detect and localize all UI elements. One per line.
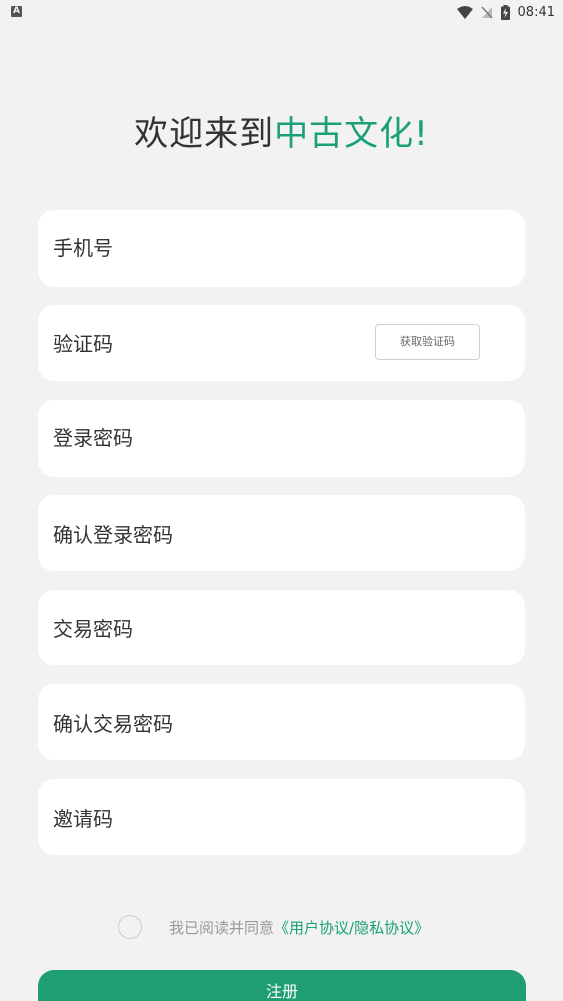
no-signal-icon <box>481 6 493 19</box>
wifi-icon <box>456 5 473 19</box>
agree-checkbox[interactable] <box>118 915 142 939</box>
status-time: 08:41 <box>517 4 555 20</box>
trade-password-placeholder: 交易密码 <box>53 617 133 641</box>
register-button[interactable]: 注册 <box>38 970 526 1001</box>
trade-password-field[interactable]: 交易密码 <box>38 590 525 665</box>
agreement-row: 我已阅读并同意 《用户协议/隐私协议》 <box>118 914 429 940</box>
invite-code-placeholder: 邀请码 <box>53 807 113 831</box>
password-field[interactable]: 登录密码 <box>38 400 525 477</box>
register-screen: A 08:41 欢迎来到中古文化! 手机号 验证码 获取验证码 登录密码 确认登… <box>0 0 563 1001</box>
agreement-text: 我已阅读并同意 <box>169 918 275 937</box>
status-right: 08:41 <box>456 3 555 21</box>
confirm-trade-password-field[interactable]: 确认交易密码 <box>38 684 525 760</box>
status-bar: A 08:41 <box>0 0 563 24</box>
get-code-button[interactable]: 获取验证码 <box>375 324 480 360</box>
confirm-trade-password-placeholder: 确认交易密码 <box>53 712 173 736</box>
verification-code-field[interactable]: 验证码 获取验证码 <box>38 305 525 381</box>
title-brand: 中古文化! <box>274 114 429 154</box>
agreement-link[interactable]: 《用户协议/隐私协议》 <box>274 917 429 938</box>
invite-code-field[interactable]: 邀请码 <box>38 779 525 855</box>
confirm-password-field[interactable]: 确认登录密码 <box>38 495 525 571</box>
phone-placeholder: 手机号 <box>53 236 113 260</box>
battery-charging-icon <box>500 4 510 20</box>
page-title: 欢迎来到中古文化! <box>0 106 563 155</box>
title-prefix: 欢迎来到 <box>134 114 275 154</box>
password-placeholder: 登录密码 <box>53 426 133 450</box>
phone-field[interactable]: 手机号 <box>38 210 525 287</box>
code-placeholder: 验证码 <box>53 332 113 356</box>
notification-icon: A <box>11 6 22 17</box>
confirm-password-placeholder: 确认登录密码 <box>53 523 173 547</box>
